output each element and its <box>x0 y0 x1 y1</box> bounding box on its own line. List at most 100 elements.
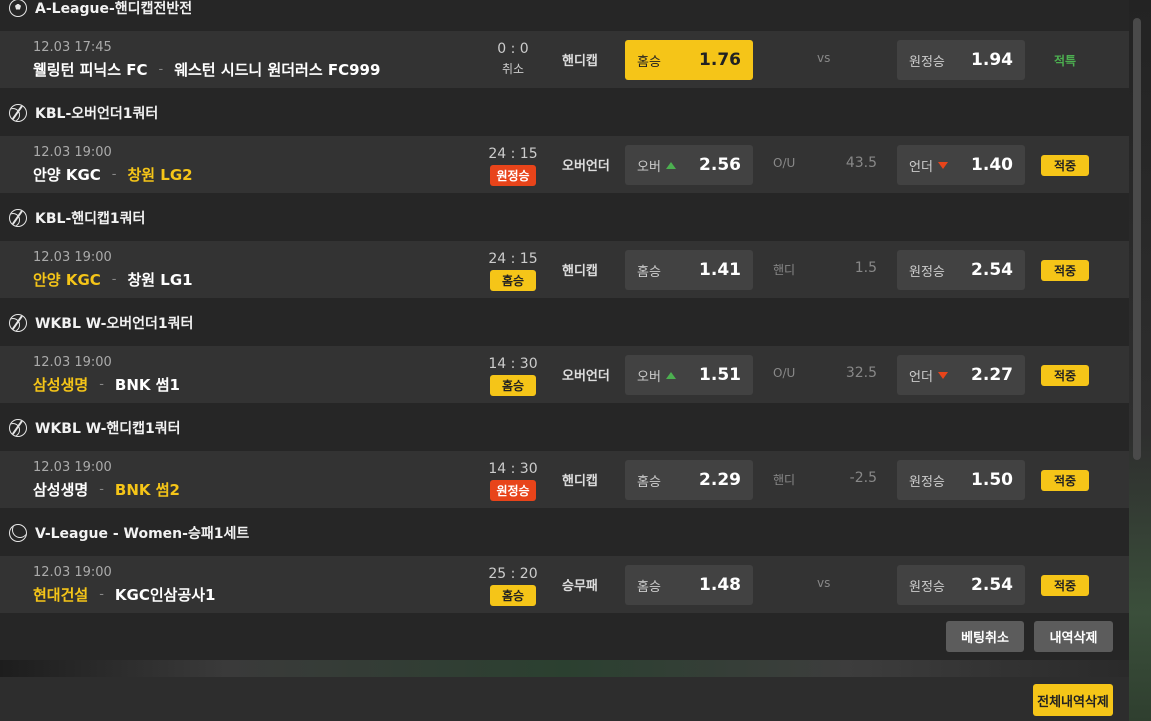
score-box: 0 : 0 취소 <box>480 31 546 77</box>
match-teams: 삼성생명 - BNK 썸2 <box>33 479 180 500</box>
away-odd-value: 2.54 <box>971 260 1013 280</box>
bet-result-badge: 적중 <box>1041 575 1089 596</box>
match-time: 12.03 19:00 <box>33 250 112 265</box>
home-odd-button[interactable]: 홈승 2.29 <box>625 460 753 500</box>
home-team: 안양 KGC <box>33 271 101 289</box>
match-row: 12.03 19:00 안양 KGC - 창원 LG2 24 : 15 원정승 … <box>0 136 1129 193</box>
score-box: 25 : 20 홈승 <box>480 556 546 606</box>
bet-result-badge: 적중 <box>1041 260 1089 281</box>
under-label-text: 언더 <box>909 159 933 175</box>
bet-history-panel: A-League-핸디캡전반전 12.03 17:45 웰링턴 피닉스 FC -… <box>0 0 1129 660</box>
league-header: WKBL W-오버언더1쿼터 <box>0 307 1129 338</box>
match-teams: 웰링턴 피닉스 FC - 웨스턴 시드니 원더러스 FC999 <box>33 59 380 80</box>
match-row: 12.03 19:00 안양 KGC - 창원 LG1 24 : 15 홈승 핸… <box>0 241 1129 298</box>
match-time: 12.03 17:45 <box>33 40 112 55</box>
away-odd-label: 원정승 <box>909 54 945 70</box>
vs-label: vs <box>817 576 831 590</box>
home-odd-label: 홈승 <box>637 579 661 595</box>
ou-line-value: 43.5 <box>845 155 877 171</box>
home-team: 웰링턴 피닉스 FC <box>33 61 148 79</box>
bet-result-badge: 적중 <box>1041 155 1089 176</box>
team-separator: - <box>158 62 164 77</box>
arrow-down-icon <box>937 161 948 169</box>
soccer-ball-icon <box>9 0 27 17</box>
handicap-value: -2.5 <box>849 470 877 486</box>
over-label-text: 오버 <box>637 159 661 175</box>
match-status-badge: 홈승 <box>490 270 536 291</box>
match-score: 0 : 0 <box>497 41 529 57</box>
home-odd-label: 홈승 <box>637 474 661 490</box>
under-odd-button[interactable]: 언더 2.27 <box>897 355 1025 395</box>
match-score: 14 : 30 <box>488 461 538 477</box>
match-row: 12.03 19:00 삼성생명 - BNK 썸2 14 : 30 원정승 핸디… <box>0 451 1129 508</box>
under-odd-value: 2.27 <box>971 365 1013 385</box>
away-odd-button[interactable]: 원정승 2.54 <box>897 565 1025 605</box>
team-separator: - <box>111 272 117 287</box>
market-type: 승무패 <box>562 579 598 594</box>
match-score: 14 : 30 <box>488 356 538 372</box>
match-teams: 삼성생명 - BNK 썸1 <box>33 374 180 395</box>
league-header: KBL-핸디캡1쿼터 <box>0 202 1129 233</box>
home-odd-value: 1.41 <box>699 260 741 280</box>
match-status-badge: 취소 <box>501 62 525 76</box>
home-team: 현대건설 <box>33 586 89 604</box>
over-odd-label: 오버 <box>637 366 676 385</box>
ou-line-value: 32.5 <box>845 365 877 381</box>
away-odd-value: 1.50 <box>971 470 1013 490</box>
home-odd-button[interactable]: 홈승 1.41 <box>625 250 753 290</box>
league-title: KBL-핸디캡1쿼터 <box>35 210 146 227</box>
match-status-badge: 원정승 <box>490 165 536 186</box>
score-box: 14 : 30 홈승 <box>480 346 546 396</box>
market-type: 오버언더 <box>562 369 610 384</box>
match-row: 12.03 19:00 삼성생명 - BNK 썸1 14 : 30 홈승 오버언… <box>0 346 1129 403</box>
under-odd-button[interactable]: 언더 1.40 <box>897 145 1025 185</box>
match-teams: 안양 KGC - 창원 LG2 <box>33 164 193 185</box>
home-team: 안양 KGC <box>33 166 101 184</box>
home-odd-button[interactable]: 홈승 1.76 <box>625 40 753 80</box>
away-odd-button[interactable]: 원정승 1.50 <box>897 460 1025 500</box>
match-status-badge: 홈승 <box>490 585 536 606</box>
home-odd-value: 1.76 <box>699 50 741 70</box>
match-row: 12.03 17:45 웰링턴 피닉스 FC - 웨스턴 시드니 원더러스 FC… <box>0 31 1129 88</box>
over-odd-button[interactable]: 오버 2.56 <box>625 145 753 185</box>
under-odd-label: 언더 <box>909 366 948 385</box>
delete-history-button[interactable]: 내역삭제 <box>1034 621 1113 652</box>
home-odd-button[interactable]: 홈승 1.48 <box>625 565 753 605</box>
market-type: 핸디캡 <box>562 474 598 489</box>
away-team: 창원 LG2 <box>127 166 193 184</box>
volleyball-icon <box>9 523 27 542</box>
handicap-label: 핸디 <box>773 473 796 487</box>
league-title: KBL-오버언더1쿼터 <box>35 105 159 122</box>
vs-label: vs <box>817 51 831 65</box>
cancel-bet-button[interactable]: 베팅취소 <box>946 621 1024 652</box>
score-box: 24 : 15 원정승 <box>480 136 546 186</box>
match-score: 25 : 20 <box>488 566 538 582</box>
score-box: 24 : 15 홈승 <box>480 241 546 291</box>
delete-all-history-button[interactable]: 전체내역삭제 <box>1033 684 1113 716</box>
scrollbar-thumb[interactable] <box>1133 18 1141 460</box>
league-title: WKBL W-핸디캡1쿼터 <box>35 420 181 437</box>
over-label-text: 오버 <box>637 369 661 385</box>
over-odd-value: 2.56 <box>699 155 741 175</box>
market-type: 핸디캡 <box>562 264 598 279</box>
footer-bar <box>0 677 1129 721</box>
match-score: 24 : 15 <box>488 146 538 162</box>
match-row: 12.03 19:00 현대건설 - KGC인삼공사1 25 : 20 홈승 승… <box>0 556 1129 613</box>
league-title: WKBL W-오버언더1쿼터 <box>35 315 194 332</box>
home-odd-value: 1.48 <box>699 575 741 595</box>
over-odd-value: 1.51 <box>699 365 741 385</box>
league-header: A-League-핸디캡전반전 <box>0 0 1129 23</box>
bet-result-badge: 적중 <box>1041 470 1089 491</box>
score-box: 14 : 30 원정승 <box>480 451 546 501</box>
away-odd-value: 2.54 <box>971 575 1013 595</box>
arrow-up-icon <box>665 371 676 379</box>
home-odd-label: 홈승 <box>637 54 661 70</box>
under-odd-value: 1.40 <box>971 155 1013 175</box>
away-odd-button[interactable]: 원정승 1.94 <box>897 40 1025 80</box>
handicap-value: 1.5 <box>854 260 877 276</box>
home-odd-label: 홈승 <box>637 264 661 280</box>
away-odd-button[interactable]: 원정승 2.54 <box>897 250 1025 290</box>
over-odd-button[interactable]: 오버 1.51 <box>625 355 753 395</box>
match-teams: 안양 KGC - 창원 LG1 <box>33 269 193 290</box>
away-odd-label: 원정승 <box>909 264 945 280</box>
